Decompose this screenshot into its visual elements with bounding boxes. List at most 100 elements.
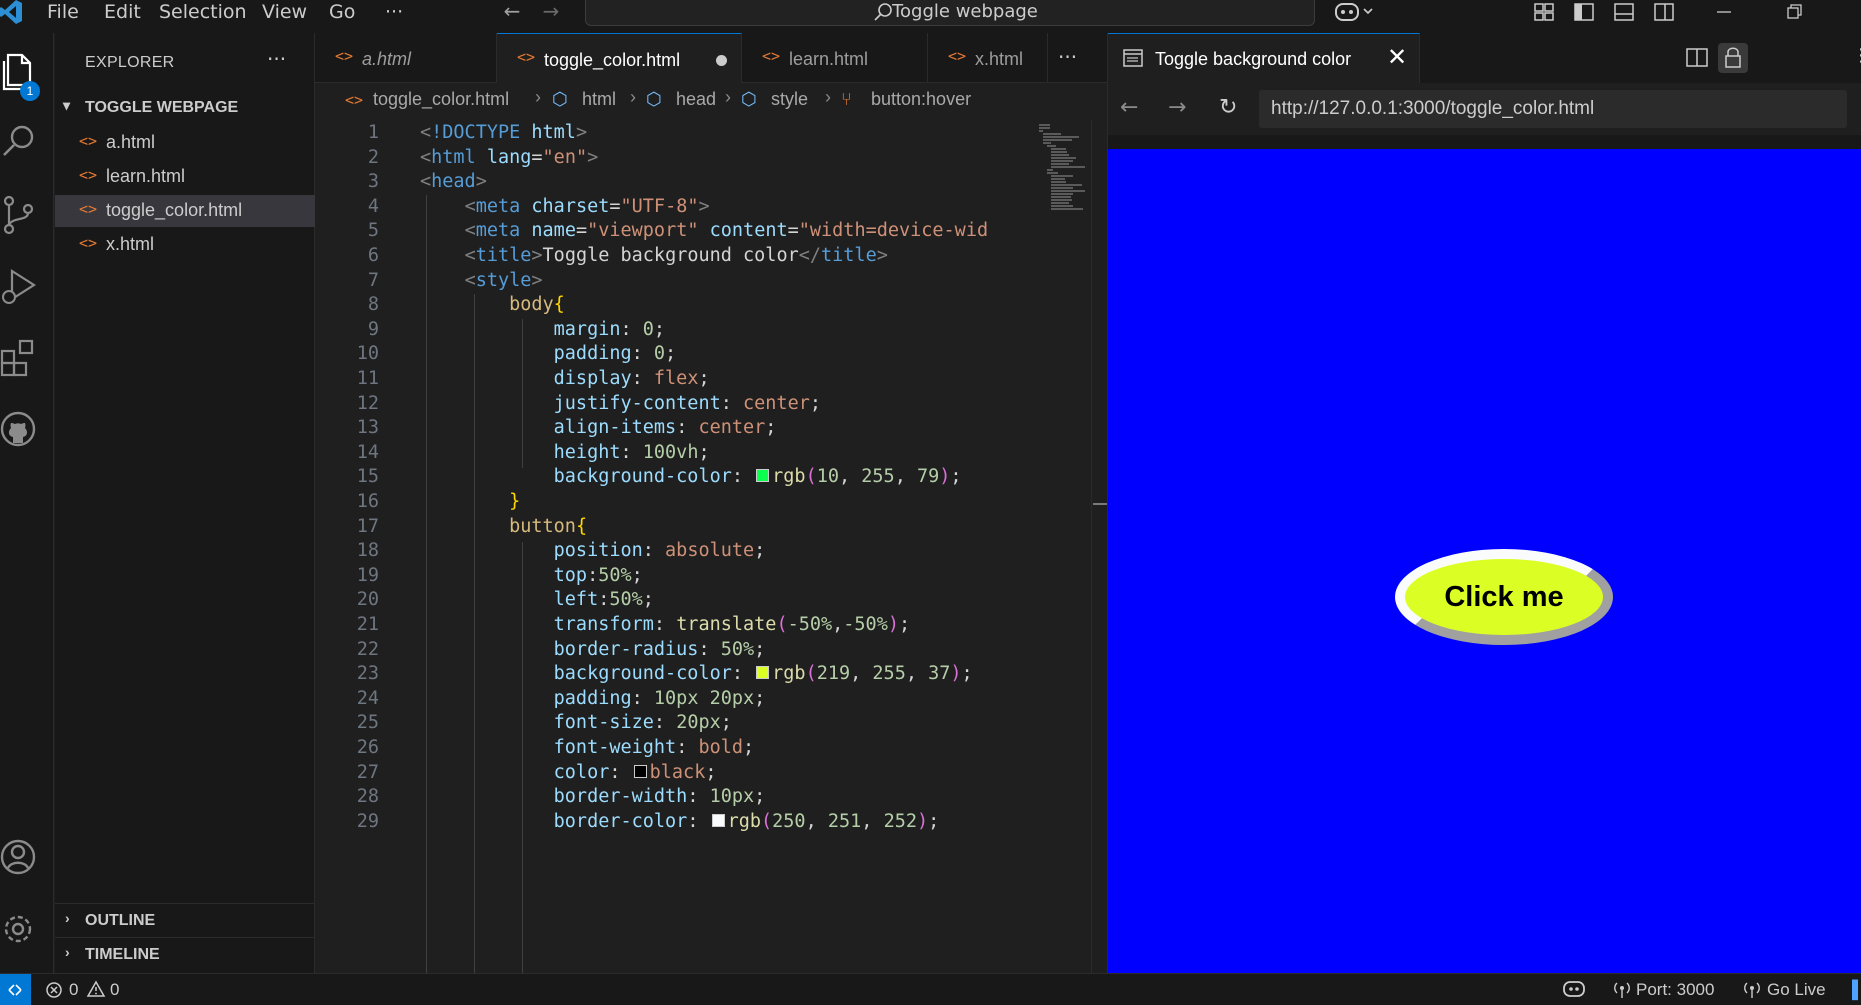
error-icon[interactable] <box>45 981 63 999</box>
code-line[interactable]: 9 margin: 0; <box>315 317 1035 342</box>
code-line[interactable]: 21 transform: translate(-50%,-50%); <box>315 612 1035 637</box>
code-line[interactable]: 18 position: absolute; <box>315 538 1035 563</box>
port-status[interactable]: Port: 3000 <box>1636 980 1714 1000</box>
error-count[interactable]: 0 <box>69 980 78 1000</box>
code-line[interactable]: 28 border-width: 10px; <box>315 784 1035 809</box>
code-token: , <box>839 466 862 488</box>
outline-section[interactable]: › OUTLINE <box>55 903 315 935</box>
code-line[interactable]: 2 <html lang="en"> <box>315 145 1035 170</box>
nav-forward-icon[interactable]: → <box>538 0 564 24</box>
toggle-primary-sidebar-icon[interactable] <box>1573 2 1595 22</box>
copilot-icon[interactable] <box>1333 0 1375 24</box>
breadcrumb-head[interactable]: head <box>676 89 716 110</box>
code-line[interactable]: 13 align-items: center; <box>315 415 1035 440</box>
code-line[interactable]: 29 border-color: rgb(250, 251, 252); <box>315 809 1035 834</box>
breadcrumb-file[interactable]: toggle_color.html <box>373 89 509 110</box>
tab-a-html[interactable]: <> a.html <box>315 33 497 83</box>
explorer-more-actions[interactable]: ··· <box>267 47 286 71</box>
code-line[interactable]: 1 <!DOCTYPE html> <box>315 120 1035 145</box>
code-line[interactable]: 11 display: flex; <box>315 366 1035 391</box>
browser-forward-icon[interactable]: → <box>1168 95 1186 120</box>
toggle-panel-icon[interactable] <box>1613 2 1635 22</box>
menu-go[interactable]: Go <box>329 0 355 24</box>
toggle-secondary-sidebar-icon[interactable] <box>1653 2 1675 22</box>
split-editor-icon[interactable] <box>1682 43 1712 73</box>
code-line[interactable]: 3 <head> <box>315 169 1035 194</box>
notifications-icon[interactable]: ▌ <box>1852 980 1861 1000</box>
editor-scrollbar[interactable] <box>1091 120 1113 973</box>
file-item[interactable]: <> a.html <box>55 127 315 159</box>
more-actions-icon[interactable]: ⋮ <box>1852 45 1861 66</box>
minimize-icon[interactable] <box>1713 2 1735 22</box>
menu-file[interactable]: File <box>47 0 79 24</box>
code-editor[interactable]: 1 <!DOCTYPE html> 2 <html lang="en"> 3 <head>… <box>315 120 1035 973</box>
file-item[interactable]: <> x.html <box>55 229 315 261</box>
code-line[interactable]: 14 height: 100vh; <box>315 440 1035 465</box>
code-line[interactable]: 22 border-radius: 50%; <box>315 637 1035 662</box>
nav-back-icon[interactable]: ← <box>499 0 525 24</box>
activity-explorer[interactable]: 1 <box>0 49 44 101</box>
activity-extensions[interactable] <box>0 337 44 387</box>
code-line[interactable]: 4 <meta charset="UTF-8"> <box>315 194 1035 219</box>
minimap[interactable] <box>1035 120 1091 973</box>
command-center[interactable]: Toggle webpage <box>585 0 1315 26</box>
code-line[interactable]: 24 padding: 10px 20px; <box>315 686 1035 711</box>
menu-edit[interactable]: Edit <box>104 0 141 24</box>
breadcrumb-selector[interactable]: button:hover <box>871 89 971 110</box>
tab-learn-html[interactable]: <> learn.html <box>742 33 928 83</box>
code-line[interactable]: 27 color: black; <box>315 760 1035 785</box>
code-line[interactable]: 5 <meta name="viewport" content="width=d… <box>315 218 1035 243</box>
unsaved-dot-icon[interactable] <box>716 55 727 66</box>
editor-more-actions[interactable]: ··· <box>1058 45 1077 69</box>
copilot-status-icon[interactable] <box>1562 979 1586 999</box>
activity-github[interactable] <box>0 409 44 459</box>
restore-icon[interactable] <box>1783 2 1805 22</box>
activity-source-control[interactable] <box>0 193 44 243</box>
browser-tab[interactable]: Toggle background color ✕ <box>1108 33 1420 83</box>
code-line[interactable]: 17 button{ <box>315 514 1035 539</box>
menu-selection[interactable]: Selection <box>159 0 247 24</box>
code-line[interactable]: 19 top:50%; <box>315 563 1035 588</box>
code-line[interactable]: 23 background-color: rgb(219, 255, 37); <box>315 661 1035 686</box>
url-input[interactable]: http://127.0.0.1:3000/toggle_color.html <box>1259 90 1847 128</box>
code-line[interactable]: 12 justify-content: center; <box>315 391 1035 416</box>
breadcrumb-html[interactable]: html <box>582 89 616 110</box>
activity-run-debug[interactable] <box>0 265 44 315</box>
remote-indicator[interactable] <box>0 974 31 1005</box>
warning-count[interactable]: 0 <box>110 980 119 1000</box>
reload-icon[interactable]: ↻ <box>1219 95 1237 120</box>
browser-back-icon[interactable]: ← <box>1120 95 1138 120</box>
code-line[interactable]: 10 padding: 0; <box>315 341 1035 366</box>
code-line[interactable]: 8 body{ <box>315 292 1035 317</box>
lock-icon[interactable] <box>1718 43 1748 73</box>
activity-accounts[interactable] <box>0 837 44 887</box>
activity-settings[interactable] <box>0 909 44 959</box>
timeline-section[interactable]: › TIMELINE <box>55 937 315 969</box>
color-swatch[interactable] <box>756 469 770 483</box>
customize-layout-icon[interactable] <box>1533 2 1555 22</box>
tab-toggle-color-html[interactable]: <> toggle_color.html <box>497 33 742 83</box>
code-line[interactable]: 16 } <box>315 489 1035 514</box>
click-me-button[interactable]: Click me <box>1395 549 1613 645</box>
menu-more[interactable]: ··· <box>385 0 403 24</box>
color-swatch[interactable] <box>711 813 725 827</box>
warning-icon[interactable] <box>86 980 106 998</box>
file-item[interactable]: <> learn.html <box>55 161 315 193</box>
tab-x-html[interactable]: <> x.html <box>928 33 1048 83</box>
code-line[interactable]: 6 <title>Toggle background color</title> <box>315 243 1035 268</box>
breadcrumb-style[interactable]: style <box>771 89 808 110</box>
code-line[interactable]: 26 font-weight: bold; <box>315 735 1035 760</box>
code-line[interactable]: 7 <style> <box>315 268 1035 293</box>
code-line[interactable]: 25 font-size: 20px; <box>315 710 1035 735</box>
close-icon[interactable]: ✕ <box>1387 43 1407 71</box>
file-item-active[interactable]: <> toggle_color.html <box>55 195 315 227</box>
color-swatch[interactable] <box>633 764 647 778</box>
activity-search[interactable] <box>0 121 44 171</box>
color-swatch[interactable] <box>756 666 770 680</box>
workspace-folder[interactable]: ▾ TOGGLE WEBPAGE <box>55 95 315 123</box>
explorer-title: EXPLORER <box>85 54 175 71</box>
code-line[interactable]: 15 background-color: rgb(10, 255, 79); <box>315 464 1035 489</box>
go-live-button[interactable]: Go Live <box>1767 980 1826 1000</box>
code-line[interactable]: 20 left:50%; <box>315 587 1035 612</box>
menu-view[interactable]: View <box>262 0 307 24</box>
